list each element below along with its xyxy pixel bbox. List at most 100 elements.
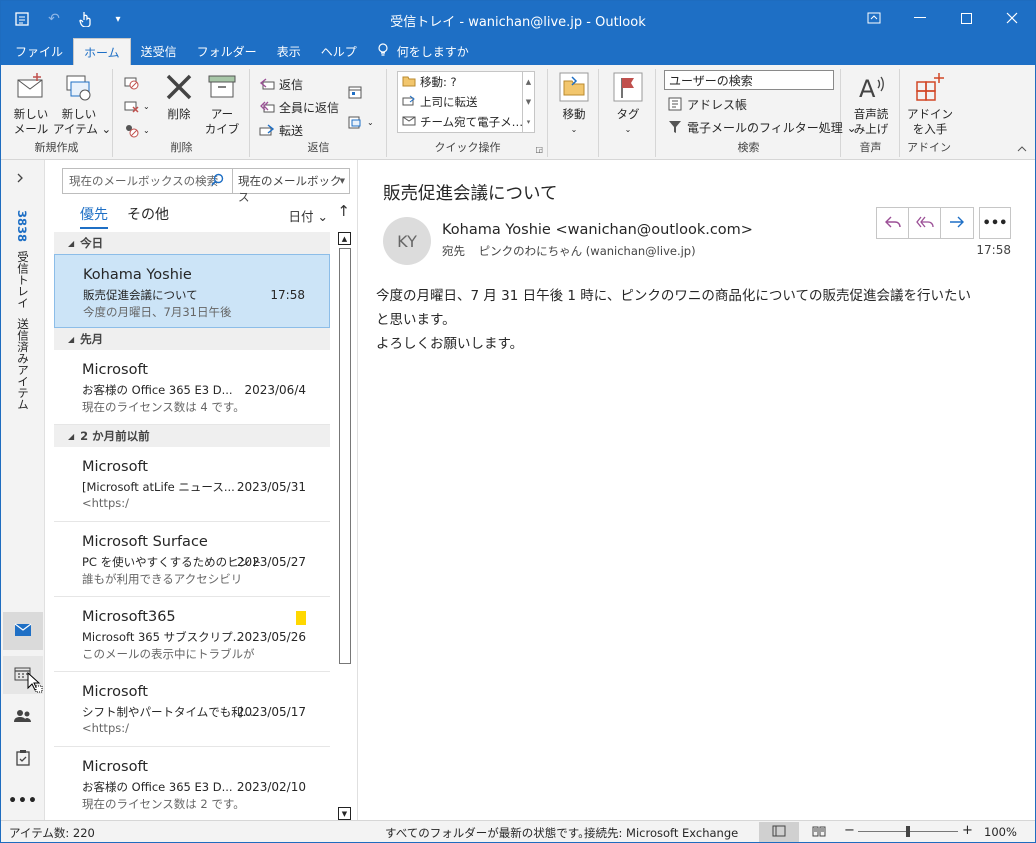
archive-button[interactable]: アー カイブ	[202, 71, 242, 137]
new-items-button[interactable]: 新しい アイテム ⌄	[53, 71, 111, 137]
quick-steps-scroll[interactable]: ▲ ▼ ▾	[522, 72, 534, 132]
message-item[interactable]: Microsoft シフト制やパートタイムでも利... <https:/ 202…	[54, 672, 330, 747]
search-icon[interactable]	[211, 173, 224, 189]
reply-icon	[884, 215, 901, 232]
nav-people[interactable]	[3, 698, 43, 736]
collapse-triangle-icon: ◢	[68, 334, 75, 344]
sort-direction-icon[interactable]: ↑	[337, 202, 350, 220]
nav-calendar[interactable]	[3, 656, 43, 694]
message-subject: シフト制やパートタイムでも利...	[82, 705, 254, 719]
collapse-ribbon-icon[interactable]	[1017, 142, 1027, 155]
email-sender[interactable]: Kohama Yoshie <wanichan@outlook.com>	[442, 222, 753, 238]
delete-button[interactable]: 削除	[160, 71, 198, 122]
ribbon-group-delete: ⌄ ⌄ 削除 アー カイブ 削除	[114, 69, 250, 157]
nav-tasks[interactable]	[3, 740, 43, 778]
more-respond-button[interactable]: ⌄	[347, 111, 374, 133]
scrollbar-thumb[interactable]	[339, 248, 351, 664]
tab-other[interactable]: その他	[127, 204, 169, 224]
search-people-input[interactable]: ユーザーの検索	[664, 70, 834, 90]
tell-me-box[interactable]: 何をしますか	[367, 38, 479, 65]
inbox-shortcut[interactable]: 3838 受信トレイ	[15, 210, 31, 309]
message-item[interactable]: Microsoft [Microsoft atLife ニュース... <htt…	[54, 447, 330, 522]
mouse-cursor-icon	[27, 671, 43, 697]
tab-file[interactable]: ファイル	[5, 38, 73, 65]
category-flag-icon[interactable]	[296, 611, 306, 625]
title-bar: ↶ ▾ 受信トレイ - wanichan@live.jp - Outlook	[1, 1, 1035, 38]
search-scope-dropdown[interactable]: 現在のメールボックス ▼	[233, 169, 349, 204]
message-preview: 現在のライセンス数は 2 です。	[82, 797, 245, 811]
zoom-in-button[interactable]: +	[962, 823, 973, 838]
meeting-reply-button[interactable]	[347, 81, 363, 103]
message-item[interactable]: Microsoft お客様の Office 365 E3 D... 現在のライセ…	[54, 350, 330, 425]
tab-folder[interactable]: フォルダー	[187, 38, 267, 65]
nav-mail[interactable]	[3, 612, 43, 650]
more-actions-button[interactable]: •••	[979, 207, 1011, 239]
zoom-level[interactable]: 100%	[984, 825, 1017, 839]
zoom-slider-thumb[interactable]	[906, 826, 910, 837]
message-date: 2023/05/26	[236, 630, 306, 644]
junk-button[interactable]: ⌄	[123, 119, 150, 141]
nav-more-apps[interactable]: •••	[3, 782, 43, 820]
message-preview: 現在のライセンス数は 4 です。	[82, 400, 245, 414]
mailbox-search-input[interactable]: 現在のメールボックスの検索	[63, 169, 233, 193]
sort-by-dropdown[interactable]: 日付 ⌄	[289, 206, 328, 225]
message-item[interactable]: Microsoft お客様の Office 365 E3 D... 現在のライセ…	[54, 747, 330, 820]
group-header-today[interactable]: ◢ 今日	[54, 232, 330, 254]
reply-all-button[interactable]	[909, 208, 941, 238]
dialog-launcher-icon[interactable]: ◲	[535, 145, 543, 154]
tab-help[interactable]: ヘルプ	[311, 38, 367, 65]
message-item[interactable]: Microsoft365 Microsoft 365 サブスクリプ... このメ…	[54, 597, 330, 672]
get-addins-button[interactable]: アドイン を入手	[906, 71, 954, 137]
scroll-up-icon[interactable]: ▲	[338, 232, 351, 245]
undo-icon[interactable]: ↶	[43, 8, 65, 30]
maximize-button[interactable]	[943, 1, 989, 35]
move-button[interactable]: 移動 ⌄	[555, 71, 593, 137]
zoom-out-button[interactable]: −	[844, 823, 855, 838]
tab-send-receive[interactable]: 送受信	[131, 38, 187, 65]
reading-view-button[interactable]	[799, 822, 839, 842]
quick-step-forward-manager[interactable]: 上司に転送	[398, 92, 534, 112]
message-item[interactable]: Microsoft Surface PC を使いやすくするためのヒント 誰もが利…	[54, 522, 330, 597]
message-preview: <https:/	[82, 721, 129, 735]
expand-folder-pane-icon[interactable]	[17, 172, 24, 186]
tab-view[interactable]: 表示	[267, 38, 311, 65]
filter-email-button[interactable]: 電子メールのフィルター処理 ⌄	[667, 116, 857, 138]
read-aloud-button[interactable]: A 音声読 み上げ	[848, 71, 894, 137]
touch-mode-icon[interactable]	[75, 8, 97, 30]
customize-toolbar-icon[interactable]: ▾	[107, 8, 129, 30]
forward-button[interactable]: 転送	[259, 119, 303, 141]
new-email-button[interactable]: 新しい メール	[9, 71, 53, 137]
message-list-scrollbar[interactable]: ▲ ▼	[337, 232, 352, 820]
quick-step-team-email[interactable]: チーム宛て電子メ…	[398, 112, 534, 132]
sender-avatar[interactable]: KY	[383, 217, 431, 265]
minimize-button[interactable]	[897, 1, 943, 35]
quick-step-move[interactable]: 移動: ?	[398, 72, 534, 92]
reply-all-button[interactable]: 全員に返信	[259, 96, 339, 118]
ribbon-group-speech: A 音声読 み上げ 音声	[842, 69, 900, 157]
recipient[interactable]: ピンクのわにちゃん (wanichan@live.jp)	[479, 244, 696, 258]
inbox-label: 受信トレイ	[16, 251, 30, 309]
email-subject: 販売促進会議について	[383, 184, 558, 204]
group-header-last-month[interactable]: ◢ 先月	[54, 328, 330, 350]
body-line: 今度の月曜日、7 月 31 日午後 1 時に、ピンクのワニの商品化についての販売…	[376, 288, 972, 304]
ignore-button[interactable]	[123, 71, 139, 93]
message-item[interactable]: Kohama Yoshie 販売促進会議について 今度の月曜日、7月31日午後 …	[54, 254, 330, 328]
address-book-button[interactable]: アドレス帳	[667, 93, 747, 115]
tab-focused[interactable]: 優先	[80, 204, 108, 229]
normal-view-button[interactable]	[759, 822, 799, 842]
group-header-older[interactable]: ◢ 2 か月前以前	[54, 425, 330, 447]
sent-items-shortcut[interactable]: 送信済みアイテム	[15, 318, 31, 410]
tab-home[interactable]: ホーム	[73, 38, 131, 65]
group-label-new: 新規作成	[34, 141, 79, 154]
ribbon-display-options-icon[interactable]	[851, 1, 897, 35]
send-receive-all-icon[interactable]	[11, 8, 33, 30]
close-button[interactable]	[989, 1, 1035, 35]
forward-button[interactable]	[941, 208, 973, 238]
connection-status[interactable]: 接続先: Microsoft Exchange	[584, 825, 738, 841]
scroll-down-icon[interactable]: ▼	[338, 807, 351, 820]
reply-button[interactable]: 返信	[259, 73, 303, 95]
tags-button[interactable]: タグ ⌄	[610, 71, 646, 137]
reply-button[interactable]	[877, 208, 909, 238]
inbox-unread-count: 3838	[15, 210, 29, 243]
cleanup-button[interactable]: ⌄	[123, 95, 150, 117]
